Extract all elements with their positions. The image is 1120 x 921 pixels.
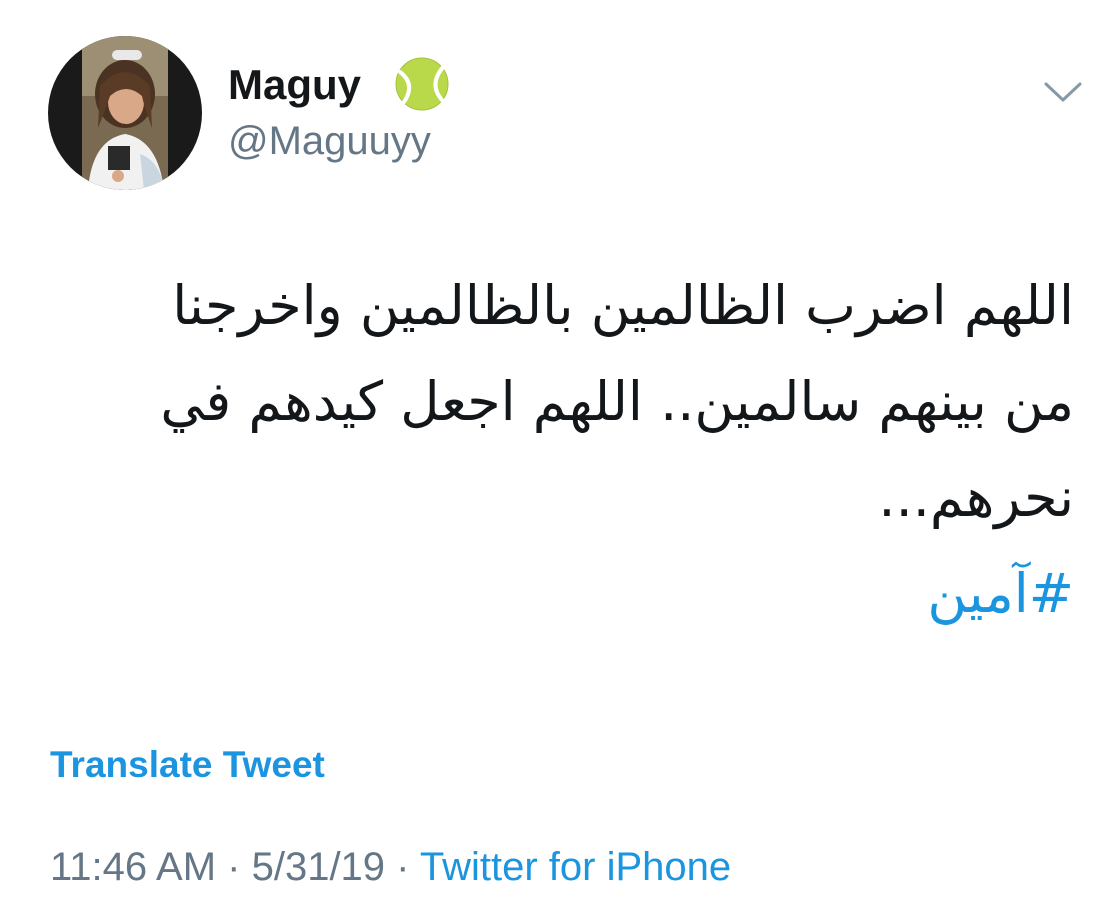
meta-separator: · <box>385 845 420 889</box>
author-handle[interactable]: @Maguuyy <box>228 118 431 164</box>
author-display-name[interactable]: Maguy <box>228 60 361 110</box>
tweet-text-line: اللهم اضرب الظالمين بالظالمين واخرجنا <box>172 274 1074 337</box>
tweet-meta: 11:46 AM · 5/31/19 · Twitter for iPhone <box>50 842 731 892</box>
tweet-text-line: من بينهم سالمين.. اللهم اجعل كيدهم في <box>160 370 1074 433</box>
tweet-text: اللهم اضرب الظالمين بالظالمين واخرجنا من… <box>64 258 1074 546</box>
tweet-date[interactable]: 5/31/19 <box>252 845 385 889</box>
chevron-down-icon[interactable] <box>1040 74 1086 108</box>
tweet-source-link[interactable]: Twitter for iPhone <box>420 845 731 889</box>
tennis-ball-icon <box>394 56 450 112</box>
avatar-photo <box>48 36 202 190</box>
meta-separator: · <box>216 845 252 889</box>
avatar[interactable] <box>48 36 202 190</box>
hashtag-link[interactable]: #آمين <box>927 562 1074 626</box>
translate-tweet-link[interactable]: Translate Tweet <box>50 742 325 788</box>
tweet-time: 11:46 AM <box>50 845 217 889</box>
tweet-text-line: نحرهم... <box>878 466 1074 529</box>
